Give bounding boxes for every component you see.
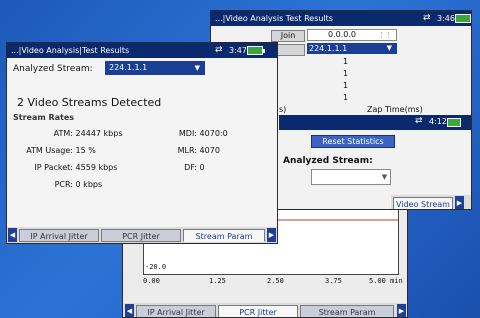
reset-statistics-button[interactable]: Reset Statistics (311, 135, 395, 148)
stat-row: ATM Usage: 15 % (13, 146, 96, 155)
stat-key: MDI: (178, 129, 197, 138)
tab-strip: Video Stream ▶ (391, 195, 471, 209)
tab-ip-arrival-jitter[interactable]: IP Arrival Jitter (19, 229, 99, 242)
stat-key: MLR: (177, 146, 197, 155)
stat-row: PCR: 0 kbps (13, 180, 103, 189)
stat-key: DF: (184, 163, 197, 172)
join-button[interactable]: Join (271, 30, 305, 42)
sync-arrows-icon: ⇄ (415, 116, 423, 126)
stat-row: MDI: 4070:0 (163, 129, 228, 138)
analyzed-stream-label: Analyzed Stream: (13, 64, 93, 74)
chevron-down-icon: ▼ (194, 64, 200, 72)
tab-video-stream[interactable]: Video Stream (393, 197, 453, 209)
list-item: 1 (343, 93, 349, 102)
stream-rates-heading: Stream Rates (13, 113, 75, 122)
analyzed-stream-value: 224.1.1.1 (109, 63, 148, 72)
list-item: 1 (343, 69, 349, 78)
tab-scroll-right-icon[interactable]: ▶ (267, 228, 276, 242)
x-tick: 3.75 (325, 277, 342, 285)
col-header-left: s) (279, 105, 287, 114)
window-title: ...|Video Analysis|Test Results (11, 46, 130, 55)
battery-icon (447, 118, 461, 127)
stat-row: ATM: 24447 kbps (13, 129, 123, 138)
chevron-down-icon: ▼ (386, 44, 392, 52)
analyzed-stream-select[interactable]: ▼ (311, 169, 391, 185)
y-tick-low: -20.0 (145, 263, 167, 271)
tab-scroll-right-icon[interactable]: ▶ (455, 196, 464, 209)
stat-value: 24447 kbps (75, 129, 123, 138)
tab-ip-arrival-jitter[interactable]: IP Arrival Jitter (136, 305, 216, 317)
list-item: 1 (343, 57, 349, 66)
stream-select[interactable]: 224.1.1.1 ▼ (307, 43, 397, 54)
clock: 3:47 (229, 46, 247, 55)
stat-key: PCR: (54, 180, 73, 189)
window-title: ...|Video Analysis Test Results (215, 14, 333, 23)
sync-arrows-icon: ⇄ (215, 45, 223, 55)
address-field[interactable]: 0.0.0.0 ⋮⋮ (307, 29, 397, 41)
stat-row: IP Packet: 4559 kbps (13, 163, 117, 172)
battery-icon (455, 14, 471, 23)
tab-scroll-left-icon[interactable]: ◀ (125, 304, 134, 317)
stat-value: 0 kbps (75, 180, 103, 189)
x-tick: 5.00 min (369, 277, 403, 285)
x-tick: 1.25 (209, 277, 226, 285)
title-bar: ...|Video Analysis Test Results ⇄ 3:46 (211, 11, 471, 26)
stat-row: DF: 0 (163, 163, 205, 172)
tab-scroll-left-icon[interactable]: ◀ (8, 228, 17, 242)
x-tick: 2.50 (267, 277, 284, 285)
tab-strip: ◀ IP Arrival Jitter PCR Jitter Stream Pa… (123, 303, 407, 317)
list-item: 1 (343, 81, 349, 90)
inner-clock: 4:12 (429, 117, 447, 126)
tab-strip: ◀ IP Arrival Jitter PCR Jitter Stream Pa… (7, 227, 277, 243)
stat-value: 15 % (75, 146, 96, 155)
analyzed-stream-select[interactable]: 224.1.1.1 ▼ (105, 61, 205, 75)
stat-value: 4559 kbps (75, 163, 118, 172)
stat-value: 4070:0 (199, 129, 228, 138)
stat-row: MLR: 4070 (163, 146, 220, 155)
inner-status-bar: ⇄ 4:12 (279, 115, 471, 130)
x-tick: 0.00 (143, 277, 160, 285)
address-value: 0.0.0.0 (328, 30, 356, 39)
sync-arrows-icon: ⇄ (423, 13, 431, 23)
stat-value: 4070 (199, 146, 220, 155)
stat-key: IP Packet: (34, 163, 73, 172)
tab-pcr-jitter[interactable]: PCR Jitter (218, 305, 298, 317)
tab-stream-param[interactable]: Stream Param (183, 229, 265, 242)
clock: 3:46 (437, 14, 455, 23)
tab-scroll-right-icon[interactable]: ▶ (397, 304, 406, 317)
tab-stream-param[interactable]: Stream Param (300, 305, 394, 317)
analyzed-stream-label: Analyzed Stream: (283, 156, 373, 166)
stat-key: ATM Usage: (26, 146, 73, 155)
stat-key: ATM: (53, 129, 73, 138)
col-header-zap-time: Zap Time(ms) (367, 105, 423, 114)
streams-detected-heading: 2 Video Streams Detected (17, 96, 162, 109)
tab-pcr-jitter[interactable]: PCR Jitter (101, 229, 181, 242)
title-bar: ...|Video Analysis|Test Results ⇄ 3:47 (7, 43, 277, 58)
stream-select-value: 224.1.1.1 (309, 44, 348, 53)
video-analysis-window-1: ...|Video Analysis|Test Results ⇄ 3:47 A… (6, 42, 278, 244)
grip-icon: ⋮⋮ (378, 31, 392, 39)
stat-value: 0 (199, 163, 205, 172)
chevron-down-icon: ▼ (381, 173, 388, 181)
battery-icon (247, 46, 265, 55)
